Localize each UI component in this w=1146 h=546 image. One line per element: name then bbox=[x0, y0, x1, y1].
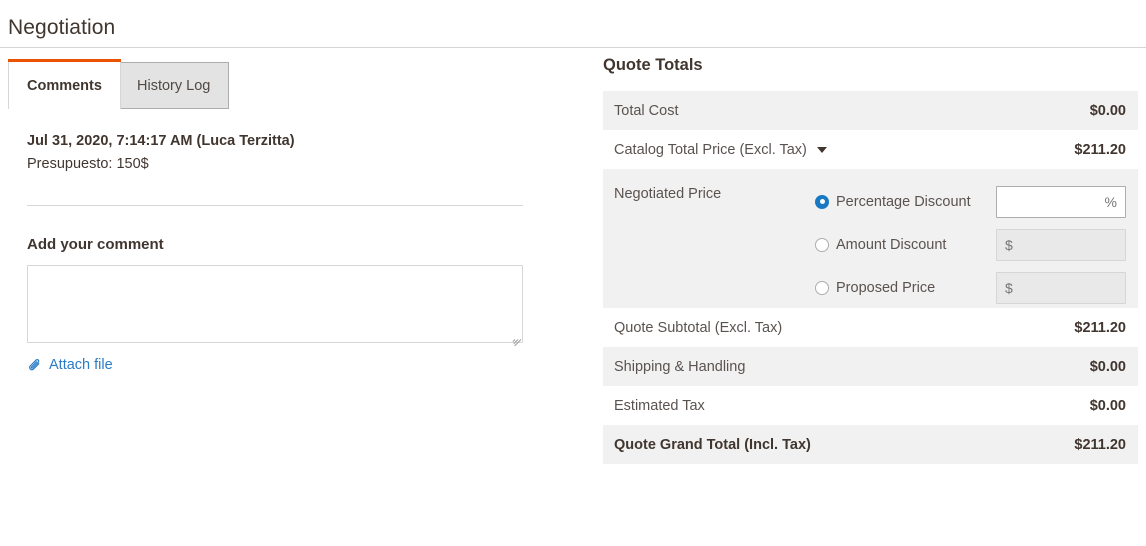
row-label-group: Catalog Total Price (Excl. Tax) bbox=[614, 142, 827, 158]
comment-meta: Jul 31, 2020, 7:14:17 AM (Luca Terzitta) bbox=[27, 133, 295, 149]
row-value: $211.20 bbox=[1074, 141, 1126, 158]
radio-label-amount-discount[interactable]: Amount Discount bbox=[836, 237, 996, 253]
tab-bar: Comments History Log bbox=[0, 56, 580, 109]
quote-totals-heading: Quote Totals bbox=[603, 56, 703, 74]
negotiated-price-options: Percentage Discount Amount Discount Prop… bbox=[815, 180, 1126, 304]
row-value: $0.00 bbox=[1089, 397, 1126, 414]
quote-totals-table: Total Cost $0.00 Catalog Total Price (Ex… bbox=[603, 91, 1138, 464]
option-amount-discount: Amount Discount bbox=[815, 223, 1126, 266]
comment-body: Presupuesto: 150$ bbox=[27, 156, 149, 173]
tab-comments[interactable]: Comments bbox=[8, 59, 121, 109]
tab-comments-label: Comments bbox=[27, 77, 102, 94]
option-proposed-price: Proposed Price bbox=[815, 266, 1126, 309]
table-row-total-cost: Total Cost $0.00 bbox=[603, 91, 1138, 130]
page-title: Negotiation bbox=[8, 16, 116, 39]
table-row-catalog-total-price: Catalog Total Price (Excl. Tax) $211.20 bbox=[603, 130, 1138, 169]
comments-divider bbox=[27, 205, 523, 206]
option-percentage-discount: Percentage Discount bbox=[815, 180, 1126, 223]
paperclip-icon bbox=[27, 358, 42, 373]
proposed-price-input[interactable] bbox=[996, 271, 1126, 304]
comment-entry: Jul 31, 2020, 7:14:17 AM (Luca Terzitta)… bbox=[27, 131, 527, 176]
attach-file-label: Attach file bbox=[49, 357, 113, 373]
row-label: Quote Subtotal (Excl. Tax) bbox=[614, 319, 783, 336]
row-label: Catalog Total Price (Excl. Tax) bbox=[614, 141, 807, 158]
table-row-quote-subtotal: Quote Subtotal (Excl. Tax) $211.20 bbox=[603, 308, 1138, 347]
row-label: Shipping & Handling bbox=[614, 358, 746, 375]
row-label: Quote Grand Total (Incl. Tax) bbox=[614, 436, 811, 453]
negotiation-page: Negotiation Comments History Log Jul 31,… bbox=[0, 0, 1146, 546]
radio-percentage-discount[interactable] bbox=[815, 194, 829, 209]
amount-discount-input[interactable] bbox=[996, 228, 1126, 261]
table-row-negotiated-price: Negotiated Price Percentage Discount Amo… bbox=[603, 169, 1138, 308]
negotiation-left-panel: Comments History Log Jul 31, 2020, 7:14:… bbox=[0, 56, 580, 373]
radio-proposed-price[interactable] bbox=[815, 280, 829, 295]
row-label: Total Cost bbox=[614, 102, 679, 119]
table-row-quote-grand-total: Quote Grand Total (Incl. Tax) $211.20 bbox=[603, 425, 1138, 464]
chevron-down-icon[interactable] bbox=[816, 146, 827, 153]
percentage-discount-input[interactable] bbox=[996, 185, 1126, 218]
title-divider bbox=[0, 47, 1146, 48]
radio-label-proposed-price[interactable]: Proposed Price bbox=[836, 280, 996, 296]
tab-history-log-label: History Log bbox=[137, 77, 211, 94]
row-value: $0.00 bbox=[1089, 102, 1126, 119]
table-row-estimated-tax: Estimated Tax $0.00 bbox=[603, 386, 1138, 425]
radio-amount-discount[interactable] bbox=[815, 237, 829, 252]
attach-file-link[interactable]: Attach file bbox=[27, 357, 113, 373]
negotiated-price-label: Negotiated Price bbox=[614, 186, 722, 202]
row-label: Estimated Tax bbox=[614, 397, 705, 414]
comment-input[interactable] bbox=[27, 265, 523, 343]
tab-history-log[interactable]: History Log bbox=[118, 62, 230, 109]
table-row-shipping-handling: Shipping & Handling $0.00 bbox=[603, 347, 1138, 386]
quote-totals-panel: Quote Totals Total Cost $0.00 Catalog To… bbox=[603, 56, 1138, 464]
add-comment-label: Add your comment bbox=[27, 236, 164, 253]
row-value: $211.20 bbox=[1074, 319, 1126, 336]
row-value: $211.20 bbox=[1074, 436, 1126, 453]
row-value: $0.00 bbox=[1089, 358, 1126, 375]
radio-label-percentage-discount[interactable]: Percentage Discount bbox=[836, 194, 996, 210]
